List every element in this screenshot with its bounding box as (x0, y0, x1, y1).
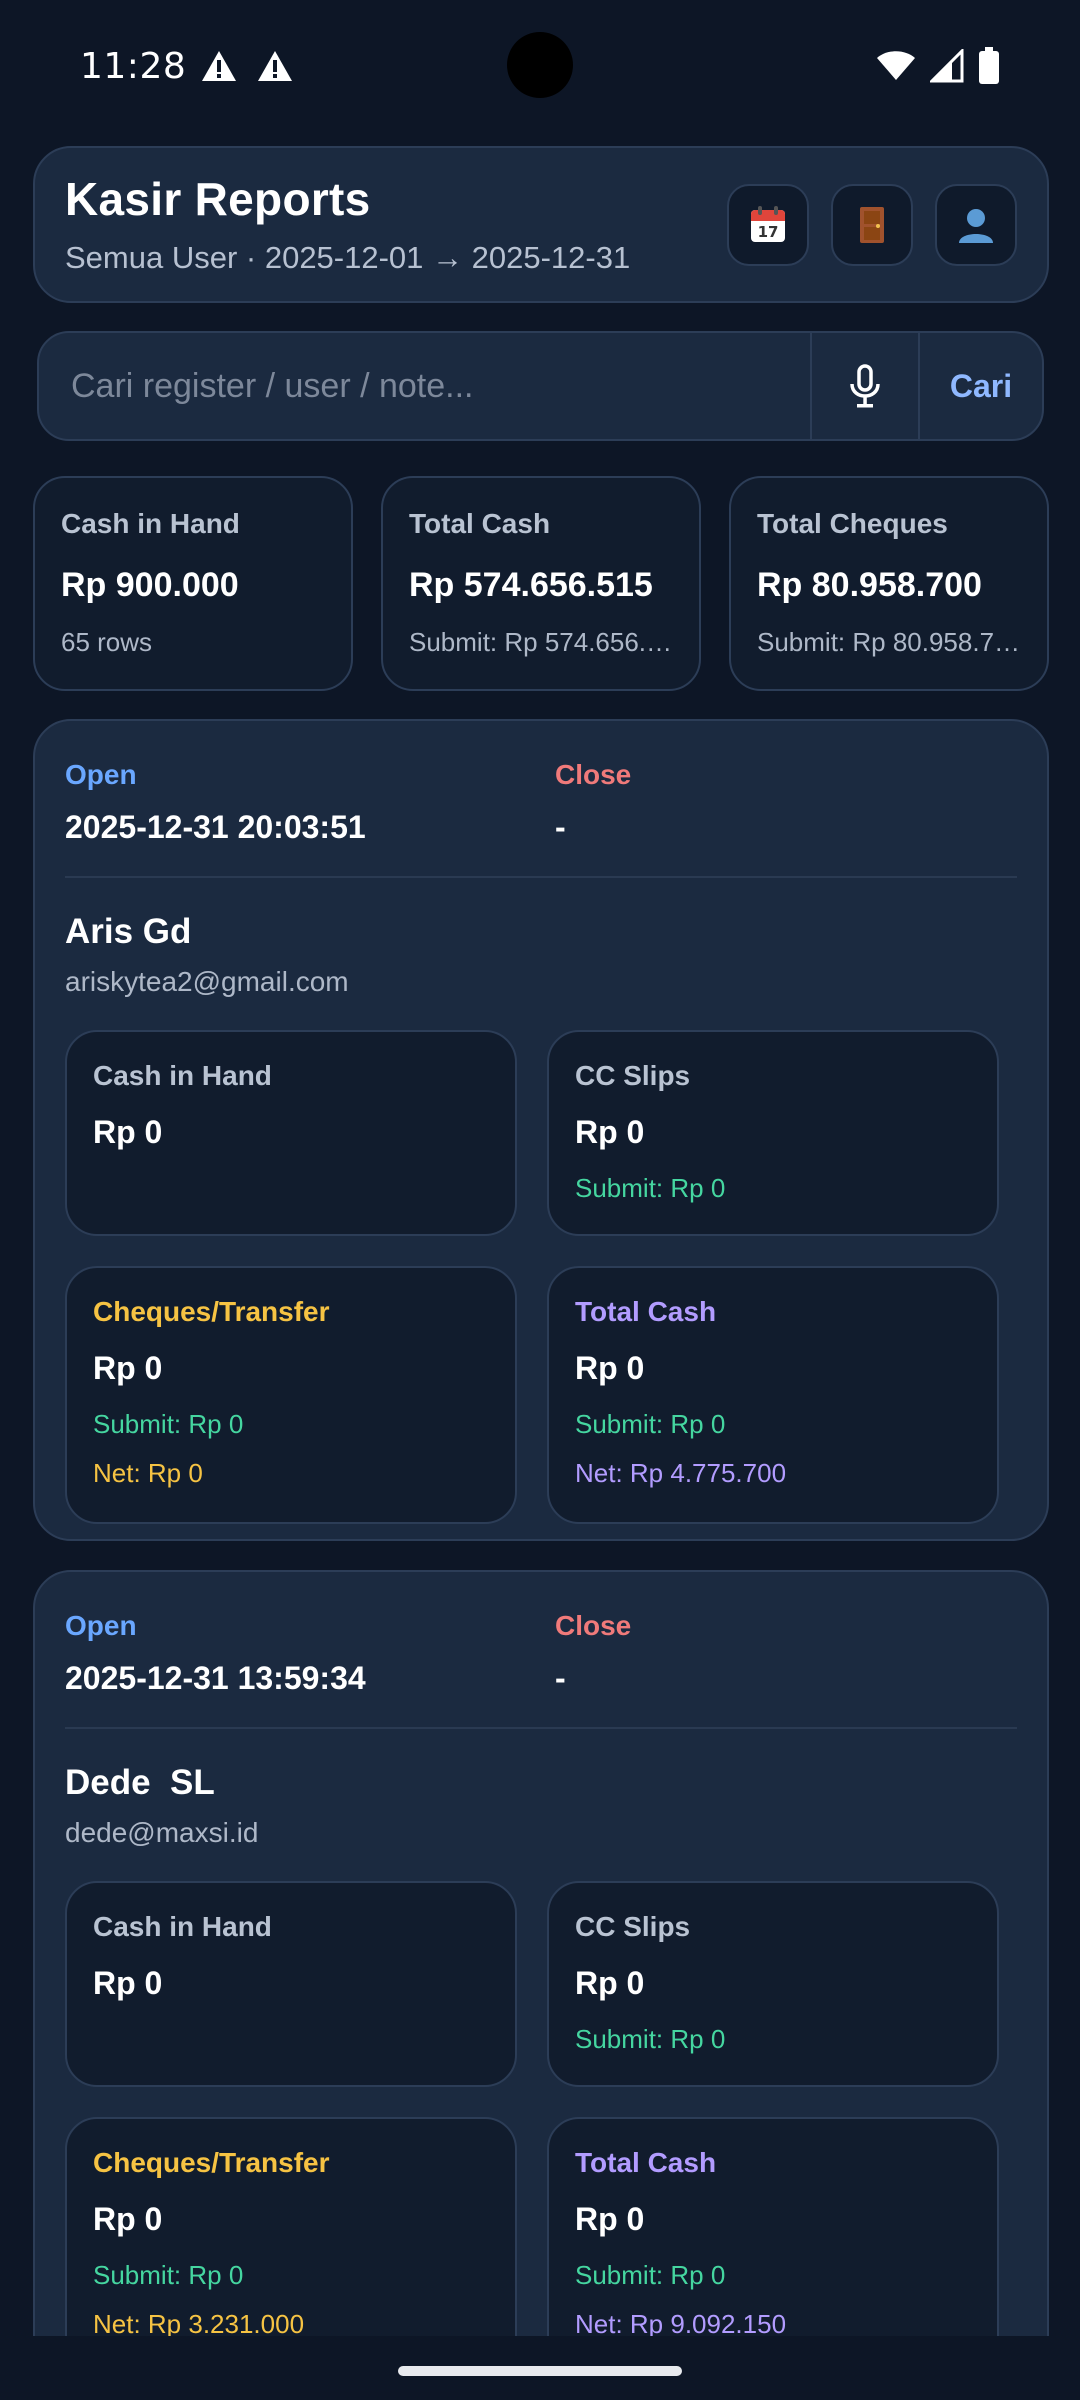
metric-submit: Submit: Rp 0 (575, 2260, 726, 2290)
metric-submit: Submit: Rp 0 (575, 1409, 726, 1439)
microphone-icon (850, 364, 880, 408)
summary-sub: Submit: Rp 80.958.700 (757, 627, 1021, 657)
signal-icon (930, 49, 964, 83)
summary-card-total-cash: Total Cash Rp 574.656.515 Submit: Rp 574… (381, 476, 701, 691)
metric-cheques-transfer: Cheques/Transfer Rp 0 Submit: Rp 0 Net: … (65, 1266, 517, 1524)
status-system-icons (876, 47, 1000, 85)
summary-label: Cash in Hand (61, 508, 240, 539)
close-time: - (555, 1660, 566, 1696)
close-label: Close (555, 1610, 632, 1641)
metric-label: Total Cash (575, 1296, 717, 1327)
summary-label: Total Cash (409, 508, 551, 539)
metric-submit: Submit: Rp 0 (93, 2260, 244, 2290)
metric-value: Rp 0 (93, 1350, 163, 1386)
metric-value: Rp 0 (93, 1965, 163, 2001)
open-label: Open (65, 759, 137, 790)
metric-label: Total Cash (575, 2147, 717, 2178)
metric-submit: Submit: Rp 0 (575, 1173, 726, 1203)
date-range-button[interactable]: 17 (727, 184, 809, 266)
summary-row: Cash in Hand Rp 900.000 65 rows Total Ca… (33, 476, 1049, 691)
metric-label: Cheques/Transfer (93, 1296, 330, 1327)
summary-value: Rp 80.958.700 (757, 566, 982, 604)
user-name: Aris Gd (65, 912, 192, 951)
session-times: Open 2025-12-31 13:59:34 Close - (65, 1572, 1017, 1729)
summary-value: Rp 574.656.515 (409, 566, 653, 604)
svg-text:17: 17 (758, 223, 779, 241)
status-time: 11:28 (80, 45, 187, 87)
user-email: dede@maxsi.id (65, 1817, 259, 1848)
app-screen: 11:28 Kasir Reports Semua User · 2025-12… (0, 0, 1080, 2400)
metric-label: CC Slips (575, 1060, 691, 1091)
header-card: Kasir Reports Semua User · 2025-12-01 → … (33, 146, 1049, 303)
metric-value: Rp 0 (93, 1114, 163, 1150)
metric-submit: Submit: Rp 0 (575, 2024, 726, 2054)
door-icon (860, 207, 884, 243)
summary-card-total-cheques: Total Cheques Rp 80.958.700 Submit: Rp 8… (729, 476, 1049, 691)
open-label: Open (65, 1610, 137, 1641)
profile-button[interactable] (935, 184, 1017, 266)
metric-grid: Cash in Hand Rp 0 CC Slips Rp 0 Submit: … (65, 1030, 1017, 1556)
metric-net: Net: Rp 0 (93, 1458, 203, 1488)
metric-cc-slips: CC Slips Rp 0 Submit: Rp 0 (547, 1030, 999, 1236)
close-label: Close (555, 759, 632, 790)
metric-value: Rp 0 (575, 1350, 645, 1386)
logout-button[interactable] (831, 184, 913, 266)
metric-net: Net: Rp 4.775.700 (575, 1458, 787, 1488)
metric-value: Rp 0 (575, 2201, 645, 2237)
metric-label: Cheques/Transfer (93, 2147, 330, 2178)
metric-cash-in-hand: Cash in Hand Rp 0 (65, 1881, 517, 2087)
warning-icon (202, 51, 237, 81)
battery-icon (979, 47, 999, 84)
metric-value: Rp 0 (93, 2201, 163, 2237)
open-column: Open 2025-12-31 13:59:34 (65, 1610, 555, 1697)
metric-label: Cash in Hand (93, 1911, 272, 1942)
summary-value: Rp 900.000 (61, 566, 239, 604)
close-column: Close - (555, 759, 631, 846)
user-icon (959, 209, 993, 243)
close-column: Close - (555, 1610, 631, 1697)
metric-cash-in-hand: Cash in Hand Rp 0 (65, 1030, 517, 1236)
session-card[interactable]: Open 2025-12-31 20:03:51 Close - Aris Gd… (33, 719, 1049, 1541)
summary-sub: Submit: Rp 574.656.515 (409, 627, 673, 657)
search-bar: Cari (37, 331, 1044, 441)
search-input[interactable] (39, 333, 810, 439)
metric-label: Cash in Hand (93, 1060, 272, 1091)
search-button[interactable]: Cari (918, 333, 1042, 439)
metric-cc-slips: CC Slips Rp 0 Submit: Rp 0 (547, 1881, 999, 2087)
metric-total-cash: Total Cash Rp 0 Submit: Rp 0 Net: Rp 4.7… (547, 1266, 999, 1524)
metric-value: Rp 0 (575, 1965, 645, 2001)
calendar-icon: 17 (751, 206, 785, 242)
open-time: 2025-12-31 13:59:34 (65, 1660, 366, 1696)
session-card[interactable]: Open 2025-12-31 13:59:34 Close - Dede SL… (33, 1570, 1049, 2390)
camera-cutout (507, 32, 573, 98)
open-time: 2025-12-31 20:03:51 (65, 809, 366, 845)
summary-label: Total Cheques (757, 508, 948, 539)
session-user: Dede SL dede@maxsi.id (65, 1729, 1017, 1849)
metric-value: Rp 0 (575, 1114, 645, 1150)
header-actions: 17 (727, 184, 1017, 266)
user-name: Dede SL (65, 1763, 215, 1802)
user-email: ariskytea2@gmail.com (65, 966, 349, 997)
warning-icon (258, 51, 293, 81)
gesture-nav-handle[interactable] (398, 2366, 682, 2376)
metric-label: CC Slips (575, 1911, 691, 1942)
session-user: Aris Gd ariskytea2@gmail.com (65, 878, 1017, 998)
summary-sub: 65 rows (61, 627, 153, 657)
open-column: Open 2025-12-31 20:03:51 (65, 759, 555, 846)
voice-search-button[interactable] (810, 333, 918, 439)
metric-grid: Cash in Hand Rp 0 CC Slips Rp 0 Submit: … (65, 1881, 1017, 2400)
status-notifications (200, 49, 294, 83)
metric-submit: Submit: Rp 0 (93, 1409, 244, 1439)
summary-card-cash-in-hand: Cash in Hand Rp 900.000 65 rows (33, 476, 353, 691)
wifi-icon (877, 51, 915, 80)
session-times: Open 2025-12-31 20:03:51 Close - (65, 721, 1017, 878)
close-time: - (555, 809, 566, 845)
